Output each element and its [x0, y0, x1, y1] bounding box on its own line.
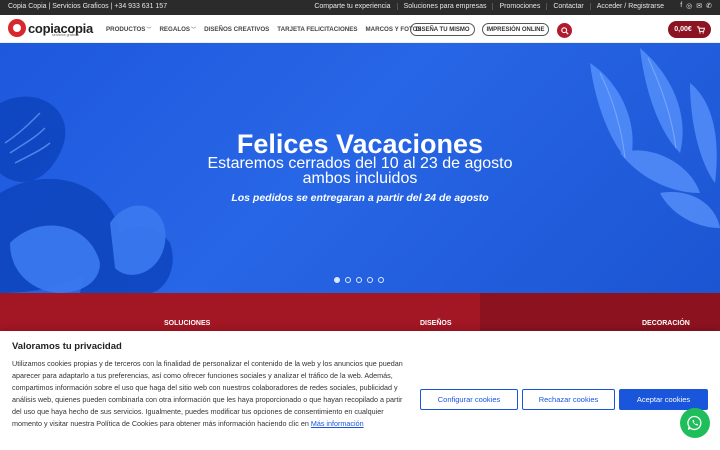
mail-icon[interactable]: ✉ — [696, 2, 702, 10]
category-label: DISEÑOS — [420, 320, 452, 327]
configure-cookies-button[interactable]: Configurar cookies — [420, 389, 518, 410]
phone-icon[interactable]: ✆ — [706, 2, 712, 10]
design-yourself-button[interactable]: DISEÑA TU MISMO — [410, 23, 475, 36]
cookie-text: Utilizamos cookies propias y de terceros… — [12, 359, 403, 428]
top-bar: Copia Copia | Servicios Graficos | +34 9… — [0, 0, 720, 15]
logo-mark-icon — [8, 19, 26, 37]
nav-productos[interactable]: PRODUCTOS﹀ — [106, 26, 151, 33]
slider-dot[interactable] — [378, 277, 384, 283]
logo[interactable]: copiacopia — [8, 19, 93, 37]
search-icon — [560, 26, 569, 35]
category-disenos[interactable]: DISEÑOS — [240, 293, 480, 333]
cart-button[interactable]: 0,00€ — [668, 21, 711, 38]
hero-subtitle: Estaremos cerrados del 10 al 23 de agost… — [207, 155, 513, 187]
link-contactar[interactable]: Contactar — [546, 3, 589, 10]
accept-cookies-button[interactable]: Aceptar cookies — [619, 389, 708, 410]
main-header: copiacopia servicios gráficos PRODUCTOS﹀… — [0, 15, 720, 43]
link-promociones[interactable]: Promociones — [492, 3, 546, 10]
search-button[interactable] — [557, 23, 572, 38]
main-nav: PRODUCTOS﹀ REGALOS﹀ DISEÑOS CREATIVOS TA… — [106, 26, 422, 33]
category-decoracion[interactable]: DECORACIÓN — [480, 293, 720, 333]
hero-banner: Felices Vacaciones Estaremos cerrados de… — [0, 43, 720, 293]
chevron-down-icon: ﹀ — [191, 27, 197, 33]
nav-regalos[interactable]: REGALOS﹀ — [159, 26, 196, 33]
chevron-down-icon: ﹀ — [146, 27, 152, 33]
nav-disenos-creativos[interactable]: DISEÑOS CREATIVOS — [204, 26, 269, 33]
link-comparte[interactable]: Comparte tu experiencia — [308, 3, 396, 10]
nav-tarjeta-felicitaciones[interactable]: TARJETA FELICITACIONES — [277, 26, 357, 33]
slider-dots — [334, 277, 384, 283]
category-strip: SOLUCIONES DISEÑOS DECORACIÓN — [0, 293, 720, 333]
cart-total: 0,00€ — [674, 26, 692, 33]
slider-dot[interactable] — [334, 277, 340, 283]
link-acceder[interactable]: Acceder / Registrarse — [589, 3, 670, 10]
cookie-title: Valoramos tu privacidad — [12, 341, 122, 352]
link-soluciones-empresas[interactable]: Soluciones para empresas — [396, 3, 493, 10]
instagram-icon[interactable]: ◎ — [686, 2, 692, 10]
cart-icon — [696, 25, 705, 34]
category-label: DECORACIÓN — [642, 320, 690, 327]
reject-cookies-button[interactable]: Rechazar cookies — [522, 389, 615, 410]
company-info: Copia Copia | Servicios Graficos | +34 9… — [8, 3, 168, 10]
hero-note: Los pedidos se entregaran a partir del 2… — [231, 192, 489, 204]
social-icons: f ◎ ✉ ✆ — [680, 2, 712, 10]
facebook-icon[interactable]: f — [680, 2, 682, 10]
whatsapp-icon — [687, 415, 702, 431]
category-label: SOLUCIONES — [164, 320, 211, 327]
more-info-link[interactable]: Más información — [311, 419, 364, 428]
logo-subtitle: servicios gráficos — [52, 33, 79, 37]
category-soluciones[interactable]: SOLUCIONES — [0, 293, 240, 333]
whatsapp-button[interactable] — [680, 408, 710, 438]
slider-dot[interactable] — [367, 277, 373, 283]
cookie-banner: Valoramos tu privacidad Utilizamos cooki… — [0, 331, 720, 450]
top-links: Comparte tu experiencia Soluciones para … — [308, 3, 670, 10]
slider-dot[interactable] — [356, 277, 362, 283]
print-online-button[interactable]: IMPRESIÓN ONLINE — [482, 23, 549, 36]
slider-dot[interactable] — [345, 277, 351, 283]
